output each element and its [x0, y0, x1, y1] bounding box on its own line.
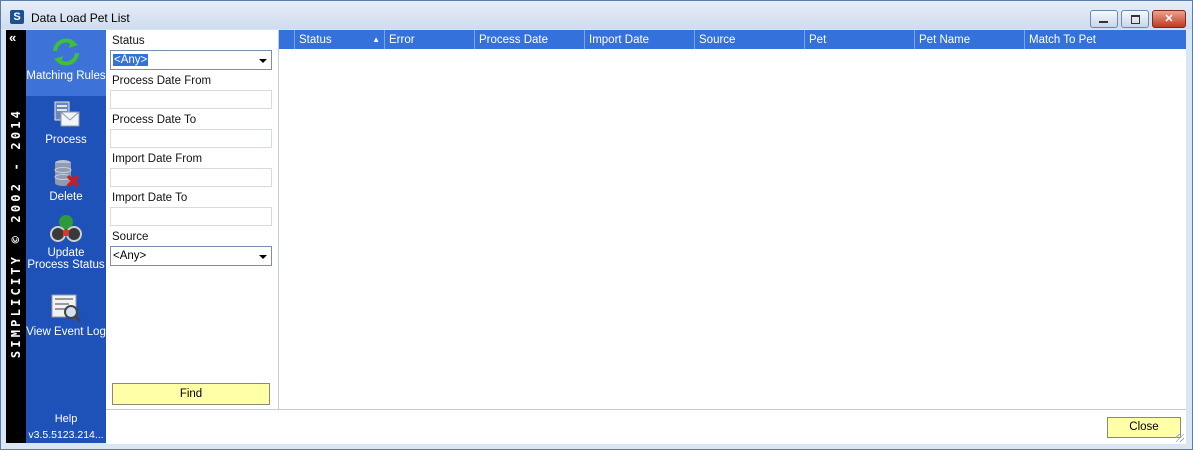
column-header-pet[interactable]: Pet [805, 30, 915, 49]
sidebar-item-label: View Event Log [26, 326, 106, 338]
minimize-icon [1099, 21, 1108, 23]
column-header-label: Pet Name [919, 34, 971, 46]
import-date-from-input[interactable] [110, 168, 272, 187]
version-label: v3.5.5123.214... [28, 429, 104, 441]
column-header-source[interactable]: Source [695, 30, 805, 49]
sidebar-item-view-event-log[interactable]: View Event Log [26, 292, 106, 354]
sidebar-item-label: Update Process Status [27, 247, 105, 271]
sort-ascending-icon: ▲ [372, 35, 380, 44]
binoculars-icon [50, 215, 82, 242]
column-header-label: Match To Pet [1029, 34, 1096, 46]
brand-text: SIMPLICITY © 2002 - 2014 [9, 107, 23, 359]
import-date-from-label: Import Date From [112, 153, 203, 165]
column-header-label: Status [299, 34, 332, 46]
column-header-import-date[interactable]: Import Date [585, 30, 695, 49]
column-header-pet-name[interactable]: Pet Name [915, 30, 1025, 49]
sidebar-item-label: Matching Rules [26, 70, 106, 82]
process-date-to-input[interactable] [110, 129, 272, 148]
resize-grip-icon[interactable] [1176, 434, 1184, 442]
column-header-label: Source [699, 34, 736, 46]
source-dropdown[interactable]: <Any> [110, 246, 272, 266]
process-date-from-label: Process Date From [112, 75, 212, 87]
sidebar-item-matching-rules[interactable]: Matching Rules [26, 30, 106, 96]
close-button[interactable]: Close [1107, 417, 1181, 438]
row-selector-header[interactable] [279, 30, 295, 49]
sidebar-item-label: Process [45, 134, 87, 146]
filter-panel: Status <Any> Process Date From Process D… [106, 30, 279, 409]
column-header-status[interactable]: Status ▲ [295, 30, 385, 49]
column-header-label: Error [389, 34, 415, 46]
column-header-label: Pet [809, 34, 827, 46]
database-delete-icon [54, 160, 80, 188]
source-selected-value: <Any> [113, 250, 147, 262]
chevron-down-icon [259, 255, 267, 259]
chevron-down-icon [259, 59, 267, 63]
sidebar-item-delete[interactable]: Delete [26, 157, 106, 207]
title-bar[interactable]: S Data Load Pet List ✕ [1, 1, 1192, 29]
log-magnifier-icon [51, 294, 82, 323]
maximize-button[interactable] [1121, 10, 1149, 28]
column-header-match-to-pet[interactable]: Match To Pet [1025, 30, 1186, 49]
process-mail-icon [54, 101, 80, 127]
import-date-to-input[interactable] [110, 207, 272, 226]
grid-header: Status ▲ Error Process Date Import Date … [279, 30, 1186, 49]
sidebar-item-process[interactable]: Process [26, 100, 106, 150]
import-date-to-label: Import Date To [112, 192, 188, 204]
sidebar: « SIMPLICITY © 2002 - 2014 Matching Rule… [6, 30, 106, 443]
minimize-button[interactable] [1090, 10, 1118, 28]
app-window: S Data Load Pet List ✕ « SIMPLICITY © 20… [0, 0, 1193, 450]
brand-strip: « SIMPLICITY © 2002 - 2014 [6, 30, 26, 443]
status-label: Status [112, 35, 145, 47]
find-button[interactable]: Find [112, 383, 270, 405]
status-dropdown[interactable]: <Any> [110, 50, 272, 70]
source-label: Source [112, 231, 149, 243]
column-header-process-date[interactable]: Process Date [475, 30, 585, 49]
window-title: Data Load Pet List [31, 11, 130, 25]
process-date-to-label: Process Date To [112, 114, 197, 126]
close-icon: ✕ [1164, 13, 1174, 25]
column-header-label: Import Date [589, 34, 650, 46]
help-link[interactable]: Help [26, 413, 106, 425]
column-header-error[interactable]: Error [385, 30, 475, 49]
sidebar-item-update-process-status[interactable]: Update Process Status [26, 213, 106, 283]
close-window-button[interactable]: ✕ [1152, 10, 1186, 28]
app-logo-icon: S [10, 10, 24, 24]
results-grid[interactable]: Status ▲ Error Process Date Import Date … [279, 30, 1186, 409]
column-header-label: Process Date [479, 34, 549, 46]
maximize-icon [1131, 15, 1140, 24]
status-selected-value: <Any> [113, 54, 149, 66]
collapse-sidebar-icon[interactable]: « [9, 31, 16, 45]
process-date-from-input[interactable] [110, 90, 272, 109]
sidebar-item-label: Delete [49, 191, 83, 203]
footer-bar: Close [106, 409, 1186, 444]
refresh-arrows-icon [53, 38, 79, 66]
